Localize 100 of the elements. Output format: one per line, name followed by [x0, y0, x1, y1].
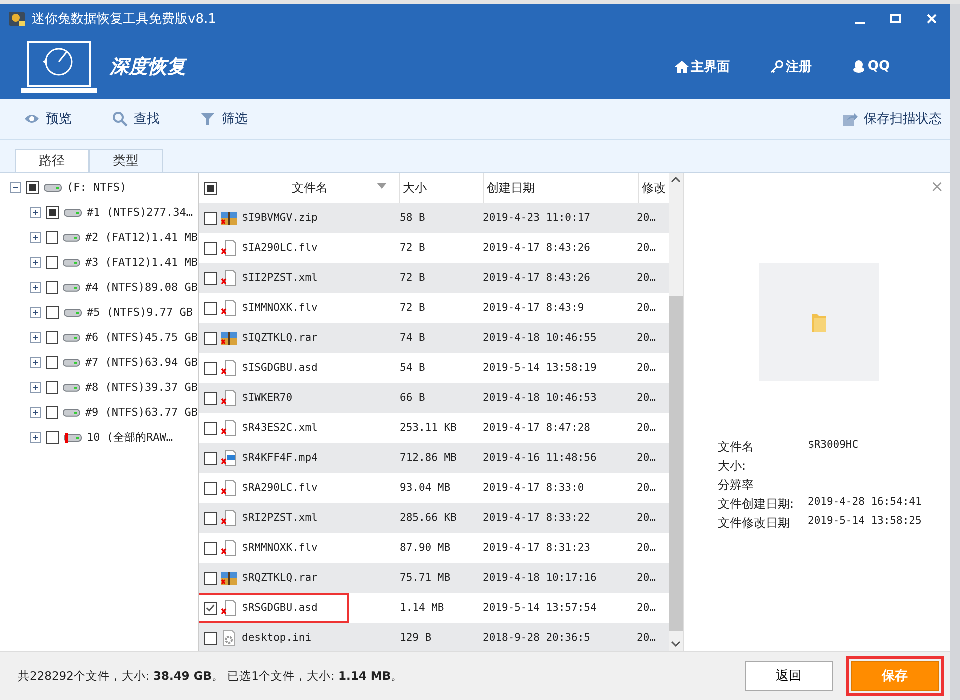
deleted-file-icon — [221, 240, 237, 256]
checkbox[interactable] — [46, 281, 58, 294]
save-scan-button[interactable]: 保存扫描状态 — [842, 110, 942, 128]
checkbox[interactable] — [204, 272, 216, 284]
file-name: $IWKER70 — [242, 392, 293, 404]
checkbox[interactable] — [204, 572, 216, 584]
tree-item[interactable]: (F: NTFS) — [0, 175, 198, 200]
drive-icon — [63, 382, 80, 392]
info-label: 大小: — [718, 458, 748, 473]
toolbar-button[interactable]: 筛选 — [200, 110, 248, 128]
scroll-down-icon[interactable] — [671, 641, 681, 647]
file-row[interactable]: $II2PZST.xml 72 B 2019-4-17 8:43:26 20… — [199, 263, 669, 293]
checkbox[interactable] — [46, 356, 58, 369]
close-icon[interactable] — [926, 13, 938, 25]
select-all-checkbox[interactable] — [204, 182, 216, 194]
checkbox[interactable] — [204, 602, 216, 614]
maximize-icon[interactable] — [890, 13, 902, 25]
checkbox[interactable] — [46, 231, 58, 244]
tree-item[interactable]: #4 (NTFS)89.08 GB — [0, 275, 198, 300]
checkbox[interactable] — [204, 362, 216, 374]
file-size: 285.66 KB — [399, 512, 458, 524]
tree-item[interactable]: #8 (NTFS)39.37 GB — [0, 375, 198, 400]
status-summary: 共228292个文件，大小: 38.49 GB。 已选1个文件，大小: 1.14 MB。 — [18, 668, 404, 684]
checkbox[interactable] — [204, 242, 216, 254]
tree-item[interactable]: #9 (NTFS)63.77 GB — [0, 400, 198, 425]
toolbar-button[interactable]: 查找 — [112, 110, 160, 128]
info-label: 文件创建日期: — [718, 496, 796, 511]
back-button[interactable]: 返回 — [745, 661, 833, 691]
expand-toggle-icon[interactable] — [30, 432, 41, 443]
expand-toggle-icon[interactable] — [30, 257, 41, 268]
checkbox[interactable] — [46, 331, 58, 344]
collapse-toggle-icon[interactable] — [10, 182, 21, 193]
tree-item[interactable]: 10 (全部的RAW… — [0, 425, 198, 450]
checkbox[interactable] — [204, 392, 216, 404]
expand-toggle-icon[interactable] — [30, 407, 41, 418]
checkbox[interactable] — [204, 212, 216, 224]
tree-item[interactable]: #3 (FAT12)1.41 MB — [0, 250, 198, 275]
checkbox[interactable] — [46, 431, 59, 444]
modified-date: 20… — [636, 452, 657, 464]
checkbox[interactable] — [46, 206, 59, 219]
file-row[interactable]: $RQZTKLQ.rar 75.71 MB 2019-4-18 10:17:16 20… — [199, 563, 669, 593]
checkbox[interactable] — [46, 306, 59, 319]
file-row[interactable]: $IQZTKLQ.rar 74 B 2019-4-18 10:46:55 20… — [199, 323, 669, 353]
checkbox[interactable] — [204, 482, 216, 494]
nav-link[interactable]: QQ — [852, 58, 890, 76]
expand-toggle-icon[interactable] — [30, 357, 41, 368]
checkbox[interactable] — [204, 512, 216, 524]
checkbox[interactable] — [46, 381, 58, 394]
checkbox[interactable] — [204, 302, 216, 314]
mode-title: 深度恢复 — [110, 54, 186, 80]
file-row[interactable]: $I9BVMGV.zip 58 B 2019-4-23 11:0:17 20… — [199, 203, 669, 233]
file-name: desktop.ini — [242, 632, 312, 644]
expand-toggle-icon[interactable] — [30, 282, 41, 293]
created-date: 2019-4-17 8:47:28 — [482, 422, 592, 434]
file-row[interactable]: desktop.ini 129 B 2018-9-28 20:36:5 20… — [199, 623, 669, 651]
modified-date: 20… — [636, 332, 657, 344]
toolbar-button[interactable]: 预览 — [24, 110, 72, 128]
created-date: 2019-4-17 8:33:0 — [482, 482, 586, 494]
expand-toggle-icon[interactable] — [30, 307, 41, 318]
modified-date: 20… — [636, 392, 657, 404]
created-date: 2019-4-18 10:46:55 — [482, 332, 598, 344]
file-name: $RSGDGBU.asd — [242, 602, 318, 614]
checkbox[interactable] — [46, 406, 58, 419]
checkbox[interactable] — [26, 181, 39, 194]
tab[interactable]: 类型 — [89, 149, 163, 172]
expand-toggle-icon[interactable] — [30, 207, 41, 218]
checkbox[interactable] — [204, 542, 216, 554]
checkbox[interactable] — [204, 632, 216, 644]
file-row[interactable]: $R4KFF4F.mp4 712.86 MB 2019-4-16 11:48:56 20… — [199, 443, 669, 473]
home-icon — [674, 60, 689, 74]
expand-toggle-icon[interactable] — [30, 332, 41, 343]
nav-link[interactable]: 主界面 — [674, 58, 730, 76]
file-name: $IA290LC.flv — [242, 242, 318, 254]
tree-item[interactable]: #7 (NTFS)63.94 GB — [0, 350, 198, 375]
expand-toggle-icon[interactable] — [30, 382, 41, 393]
file-size: 1.14 MB — [399, 602, 446, 614]
nav-link[interactable]: 注册 — [770, 58, 812, 76]
checkbox[interactable] — [204, 422, 216, 434]
scrollbar-thumb[interactable] — [669, 296, 683, 631]
tree-item[interactable]: #2 (FAT12)1.41 MB — [0, 225, 198, 250]
file-row[interactable]: $RI2PZST.xml 285.66 KB 2019-4-17 8:33:22 20… — [199, 503, 669, 533]
deleted-file-icon — [221, 540, 237, 556]
modified-date: 20… — [636, 572, 657, 584]
checkbox[interactable] — [46, 256, 58, 269]
checkbox[interactable] — [204, 332, 216, 344]
expand-toggle-icon[interactable] — [30, 232, 41, 243]
modified-date: 20… — [636, 302, 657, 314]
file-name: $IMMNOXK.flv — [242, 302, 318, 314]
tree-item[interactable]: #5 (NTFS)9.77 GB — [0, 300, 198, 325]
checkbox[interactable] — [204, 452, 216, 464]
column-header[interactable]: 文件名 — [221, 173, 399, 203]
drive-icon — [63, 332, 80, 342]
tree-item[interactable]: #1 (NTFS)277.34… — [0, 200, 198, 225]
file-row[interactable]: $IWKER70 66 B 2019-4-18 10:46:53 20… — [199, 383, 669, 413]
file-size: 253.11 KB — [399, 422, 458, 434]
deleted-file-icon — [221, 600, 237, 616]
scroll-up-icon[interactable] — [671, 177, 681, 183]
tree-item[interactable]: #6 (NTFS)45.75 GB — [0, 325, 198, 350]
created-date: 2019-4-17 8:43:26 — [482, 272, 592, 284]
tab[interactable]: 路径 — [15, 149, 89, 172]
